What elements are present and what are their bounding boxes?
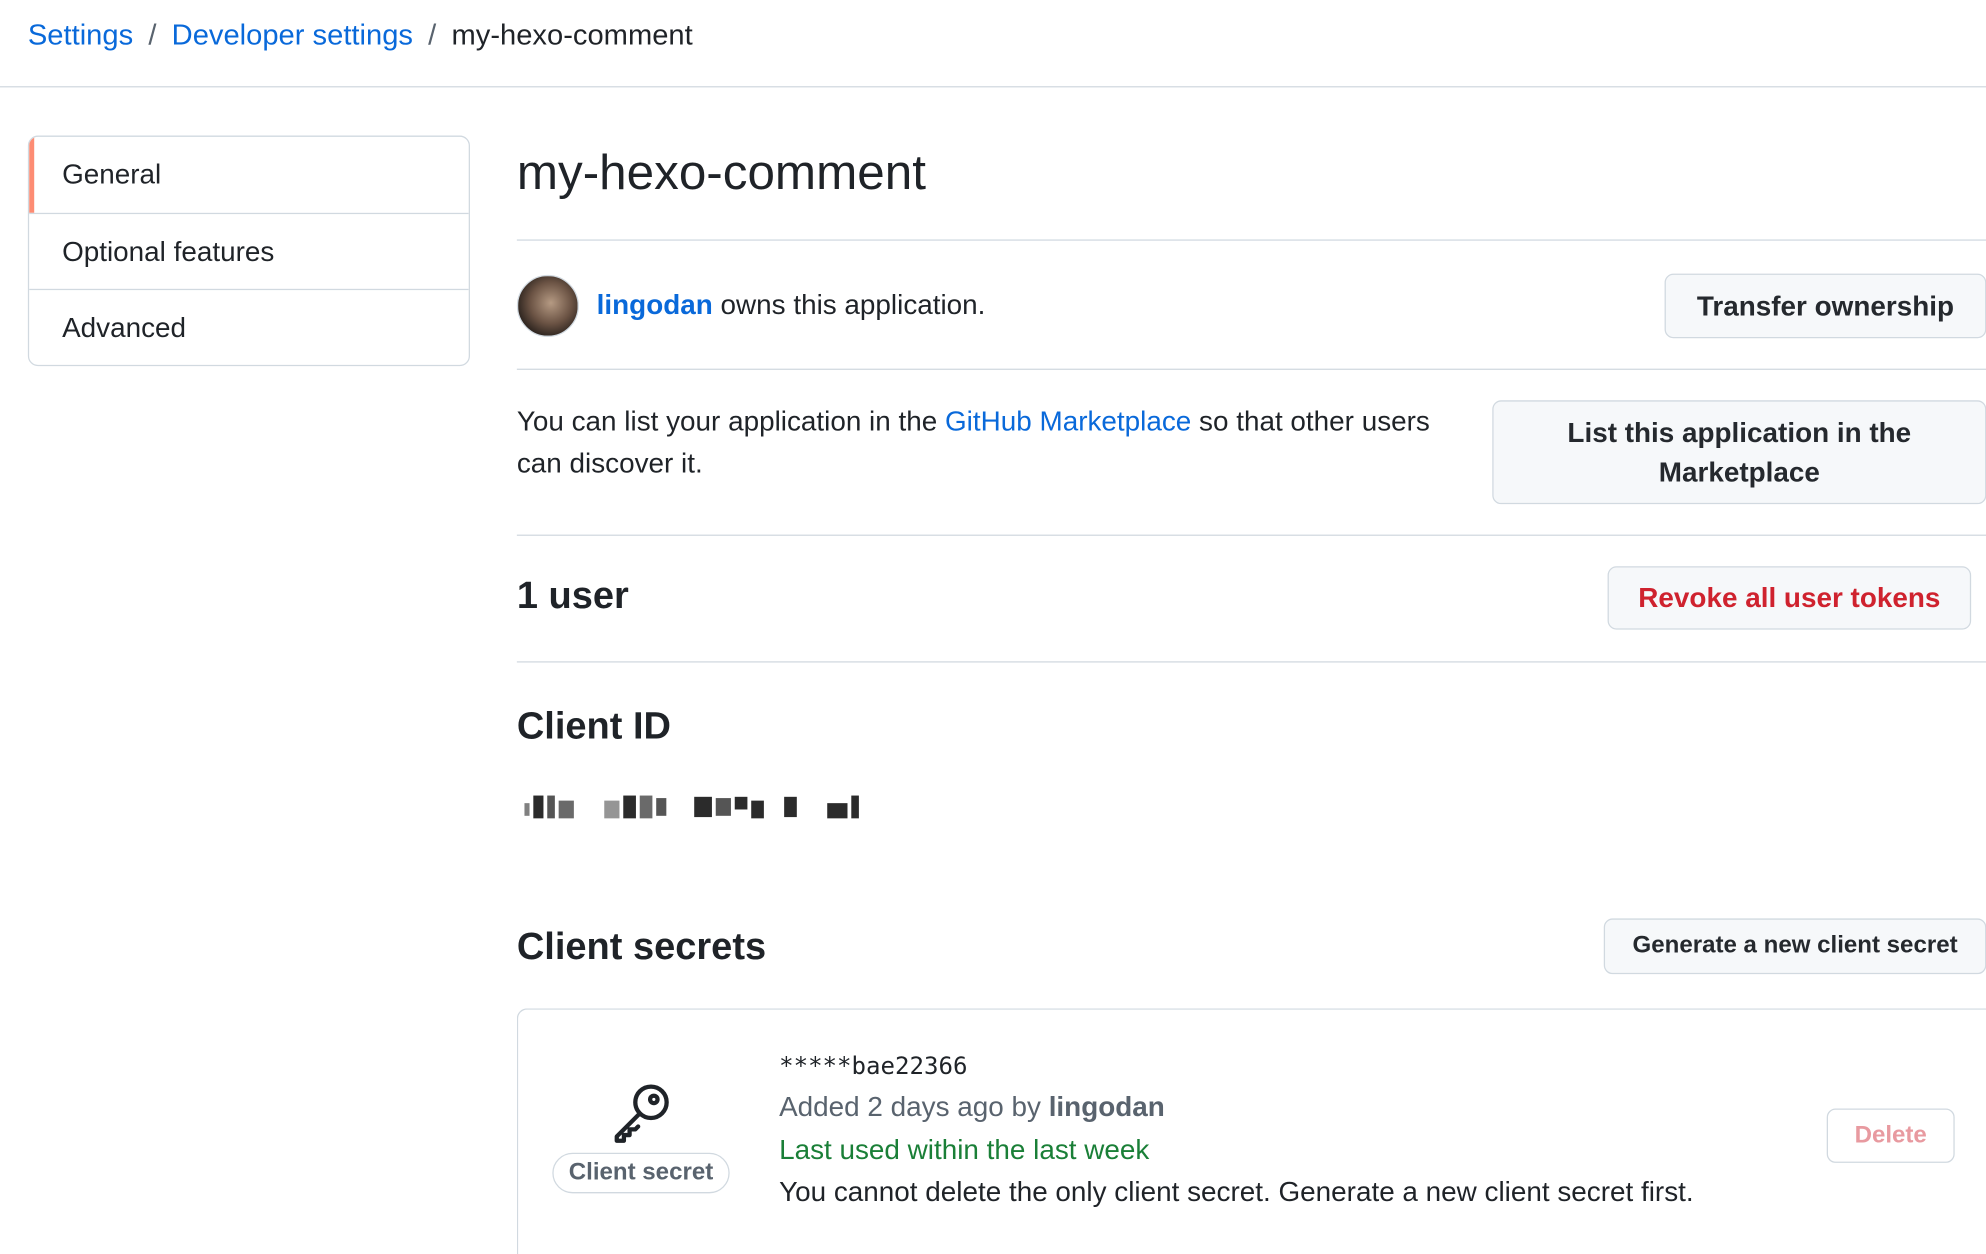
sidebar-item-label: Optional features [62,234,275,267]
sidebar-item-optional-features[interactable]: Optional features [29,212,469,289]
client-secret-note: You cannot delete the only client secret… [779,1175,1694,1208]
list-in-marketplace-button[interactable]: List this application in the Marketplace [1492,400,1986,505]
marketplace-text-before: You can list your application in the [516,405,945,438]
avatar[interactable] [516,274,579,337]
client-secrets-heading: Client secrets [516,926,767,968]
transfer-ownership-button[interactable]: Transfer ownership [1664,273,1986,339]
sidebar-item-label: General [62,158,162,191]
client-secret-last-used: Last used within the last week [779,1133,1150,1166]
client-secret-badge: Client secret [552,1152,730,1194]
owner-suffix: owns this application. [712,288,986,321]
client-secret-info: *****bae22366 Added 2 days ago by lingod… [779,1048,1694,1214]
client-id-heading: Client ID [516,705,671,748]
added-prefix: Added 2 days ago by [779,1090,1049,1123]
owner-text: lingodan owns this application. [597,289,986,322]
owner-link[interactable]: lingodan [597,289,713,321]
breadcrumb: Settings / Developer settings / my-hexo-… [28,15,693,53]
breadcrumb-current: my-hexo-comment [451,17,693,51]
client-secret-added: Added 2 days ago by lingodan [779,1086,1694,1129]
users-count: 1 [516,575,538,617]
client-id-value-redacted [524,790,904,823]
sidebar-item-label: Advanced [62,310,187,343]
settings-sidebar: General Optional features Advanced [27,135,470,367]
header-divider [0,86,1986,88]
breadcrumb-developer-settings-link[interactable]: Developer settings [172,15,413,53]
divider [516,239,1986,241]
marketplace-description: You can list your application in the Git… [517,400,1480,484]
delete-secret-button: Delete [1826,1108,1955,1163]
revoke-all-tokens-button[interactable]: Revoke all user tokens [1607,566,1972,630]
divider [516,661,1986,663]
users-count-heading: 1 user [517,573,629,621]
divider [516,534,1986,536]
sidebar-item-advanced[interactable]: Advanced [29,288,469,365]
github-marketplace-link[interactable]: GitHub Marketplace [945,405,1191,437]
client-secret-item: Client secret *****bae22366 Added 2 days… [516,1008,1986,1254]
users-label: user [537,575,629,617]
divider [516,368,1986,370]
page: Settings / Developer settings / my-hexo-… [0,0,1986,1254]
key-icon [607,1078,675,1146]
added-by-user: lingodan [1048,1090,1165,1123]
breadcrumb-settings-link[interactable]: Settings [28,15,133,53]
sidebar-item-general[interactable]: General [29,136,469,213]
page-title: my-hexo-comment [516,145,926,201]
breadcrumb-separator: / [148,17,157,51]
client-secret-value: *****bae22366 [779,1052,968,1081]
generate-client-secret-button[interactable]: Generate a new client secret [1603,918,1986,975]
breadcrumb-separator: / [428,17,437,51]
